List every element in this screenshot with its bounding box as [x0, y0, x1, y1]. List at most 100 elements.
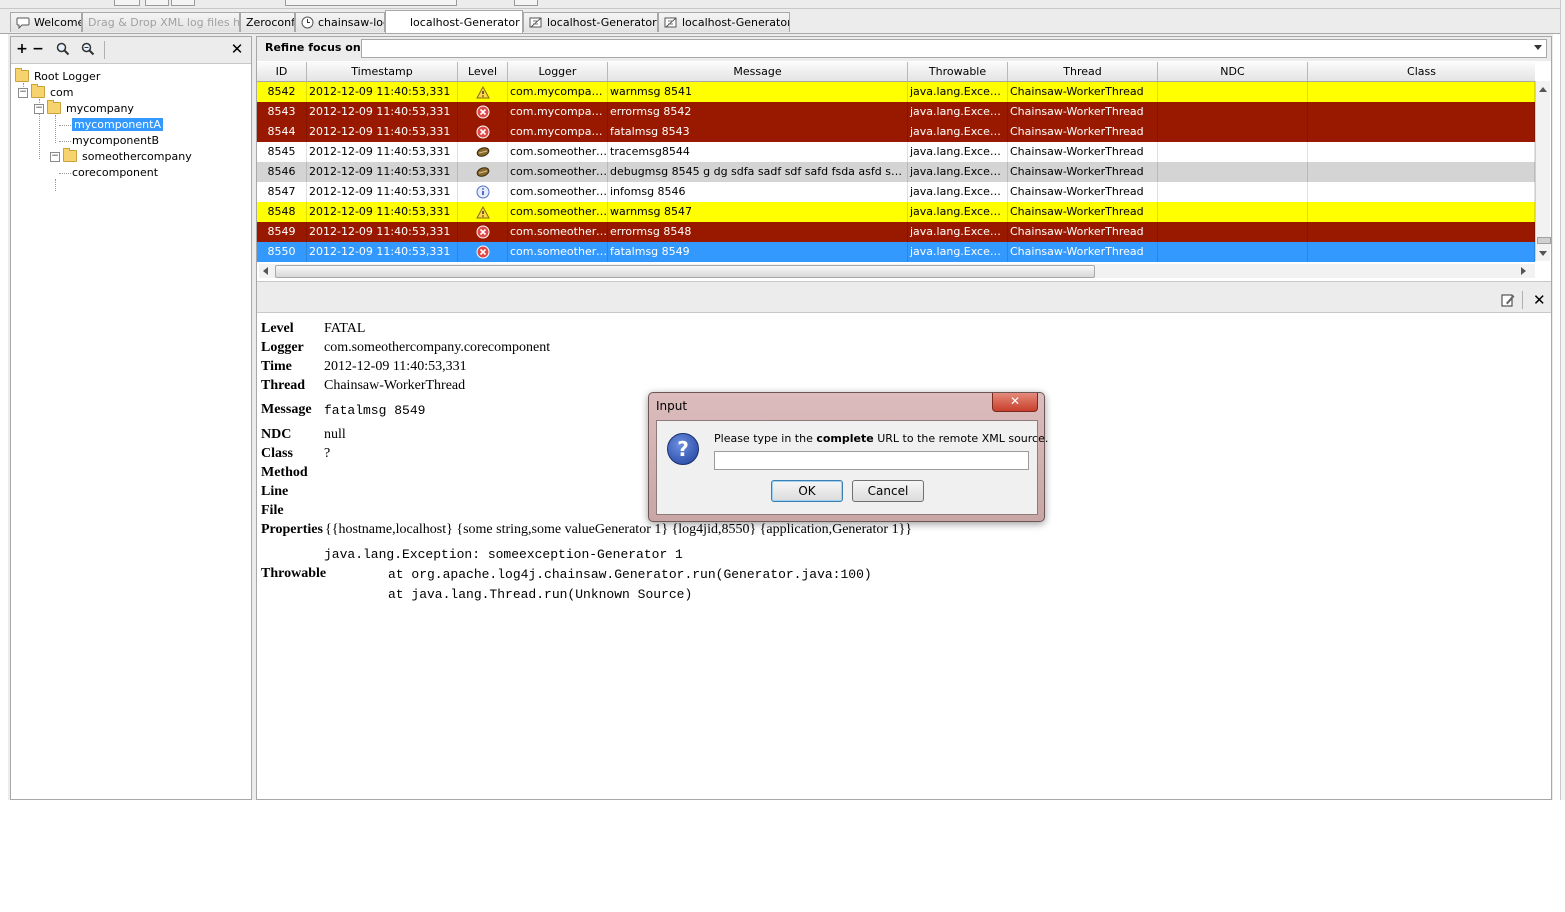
- cell-class: [1308, 182, 1535, 202]
- cancel-button[interactable]: Cancel: [852, 480, 924, 502]
- url-input[interactable]: [714, 451, 1029, 470]
- cell-level: [458, 82, 508, 102]
- column-header-level[interactable]: Level: [458, 62, 508, 81]
- tree-collapse-toggle[interactable]: −: [50, 152, 60, 162]
- tree-node-mycomponenta[interactable]: mycomponentA: [72, 116, 163, 132]
- detail-class-value: ?: [324, 446, 331, 461]
- tree-node-mycomponentb[interactable]: mycomponentB: [72, 132, 159, 148]
- pause-log-icon: [664, 17, 677, 28]
- close-icon[interactable]: ✕: [228, 40, 246, 58]
- cell-class: [1308, 142, 1535, 162]
- clock-icon: [301, 16, 314, 29]
- cell-id: 8542: [257, 82, 307, 102]
- refine-focus-combobox[interactable]: [361, 39, 1547, 58]
- cell-logger: com.someotherco...: [508, 162, 608, 182]
- tab-drag-drop[interactable]: Drag & Drop XML log files here: [82, 12, 240, 32]
- column-header-message[interactable]: Message: [608, 62, 908, 81]
- table-row[interactable]: 8548 2012-12-09 11:40:53,331 com.someother…: [257, 202, 1535, 222]
- column-header-class[interactable]: Class: [1308, 62, 1535, 81]
- table-row[interactable]: 8549 2012-12-09 11:40:53,331 com.someother…: [257, 222, 1535, 242]
- toolbar-button-fragment[interactable]: [145, 0, 169, 6]
- detail-level-value: FATAL: [324, 321, 366, 336]
- cell-thread: Chainsaw-WorkerThread: [1008, 202, 1158, 222]
- column-header-throwable[interactable]: Throwable: [908, 62, 1008, 81]
- cell-ndc: [1158, 222, 1308, 242]
- scroll-up-icon[interactable]: [1539, 87, 1547, 92]
- tree-node-mycompany[interactable]: mycompany: [47, 100, 134, 116]
- ignore-icon[interactable]: [79, 40, 97, 58]
- cell-ndc: [1158, 82, 1308, 102]
- tab-localhost-generator-3[interactable]: localhost-Generator 3: [658, 12, 790, 32]
- table-vertical-scrollbar[interactable]: [1535, 81, 1551, 261]
- detail-time-label: Time: [261, 359, 292, 374]
- tree-node-corecomponent[interactable]: corecomponent: [72, 164, 158, 180]
- tree-node-someothercompany[interactable]: someothercompany: [63, 148, 192, 164]
- tab-welcome[interactable]: Welcome: [10, 12, 82, 32]
- tree-collapse-toggle[interactable]: −: [34, 104, 44, 114]
- tree-node-label: com: [50, 85, 74, 99]
- cell-ndc: [1158, 142, 1308, 162]
- cell-level: [458, 222, 508, 242]
- tree-node-root-logger[interactable]: Root Logger: [15, 68, 100, 84]
- cell-throwable: java.lang.Excepti...: [908, 202, 1008, 222]
- column-header-logger[interactable]: Logger: [508, 62, 608, 81]
- cell-logger: com.someotherco...: [508, 182, 608, 202]
- scroll-down-icon[interactable]: [1539, 251, 1547, 256]
- toolbar-button-fragment[interactable]: [171, 0, 195, 6]
- table-row[interactable]: 8542 2012-12-09 11:40:53,331 com.mycompany…: [257, 82, 1535, 102]
- focus-icon[interactable]: [54, 40, 72, 58]
- table-horizontal-scrollbar[interactable]: [259, 264, 1535, 278]
- column-header-thread[interactable]: Thread: [1008, 62, 1158, 81]
- scroll-thumb[interactable]: [1537, 237, 1551, 244]
- table-row[interactable]: 8544 2012-12-09 11:40:53,331 com.mycompany…: [257, 122, 1535, 142]
- scroll-thumb[interactable]: [275, 265, 1095, 278]
- close-icon[interactable]: ✕: [1533, 291, 1546, 309]
- cell-thread: Chainsaw-WorkerThread: [1008, 142, 1158, 162]
- cell-timestamp: 2012-12-09 11:40:53,331: [307, 182, 458, 202]
- folder-icon: [63, 148, 77, 162]
- cell-id: 8543: [257, 102, 307, 122]
- column-header-timestamp[interactable]: Timestamp: [307, 62, 458, 81]
- toolbar-button-fragment[interactable]: [114, 0, 140, 6]
- collapse-icon[interactable]: −: [29, 40, 47, 58]
- event-table-body: 8542 2012-12-09 11:40:53,331 com.mycompany…: [257, 82, 1535, 264]
- cell-id: 8546: [257, 162, 307, 182]
- cell-message: warnmsg 8547: [608, 202, 908, 222]
- column-header-ndc[interactable]: NDC: [1158, 62, 1308, 81]
- folder-icon: [15, 68, 29, 82]
- toolbar-field-fragment[interactable]: [285, 0, 457, 6]
- tab-chainsaw-log[interactable]: chainsaw-log: [295, 12, 385, 32]
- tree-node-com[interactable]: com: [31, 84, 74, 100]
- table-row[interactable]: 8550 2012-12-09 11:40:53,331 com.someother…: [257, 242, 1535, 262]
- cell-thread: Chainsaw-WorkerThread: [1008, 102, 1158, 122]
- table-row[interactable]: 8546 2012-12-09 11:40:53,331 com.someother…: [257, 162, 1535, 182]
- tree-collapse-toggle[interactable]: −: [18, 88, 28, 98]
- dialog-close-button[interactable]: ✕: [992, 393, 1038, 412]
- detail-properties-value: {{hostname,localhost} {some string,some …: [325, 522, 913, 537]
- scroll-left-icon[interactable]: [263, 267, 268, 275]
- cell-id: 8550: [257, 242, 307, 262]
- chevron-down-icon[interactable]: [1534, 45, 1542, 50]
- scroll-right-icon[interactable]: [1521, 267, 1526, 275]
- cell-id: 8548: [257, 202, 307, 222]
- ok-button[interactable]: OK: [771, 480, 843, 502]
- table-row[interactable]: 8545 2012-12-09 11:40:53,331 com.someother…: [257, 142, 1535, 162]
- tab-label: localhost-Generator 3: [682, 16, 790, 29]
- cell-logger: com.mycompany....: [508, 82, 608, 102]
- tab-localhost-generator-2[interactable]: localhost-Generator 2: [523, 12, 658, 32]
- tab-zeroconf[interactable]: Zeroconf: [240, 12, 295, 32]
- cell-message: warnmsg 8541: [608, 82, 908, 102]
- table-row[interactable]: 8543 2012-12-09 11:40:53,331 com.mycompany…: [257, 102, 1535, 122]
- detail-message-label: Message: [261, 402, 312, 417]
- column-header-id[interactable]: ID: [257, 62, 307, 81]
- cell-thread: Chainsaw-WorkerThread: [1008, 122, 1158, 142]
- cell-class: [1308, 82, 1535, 102]
- table-row[interactable]: 8547 2012-12-09 11:40:53,331 com.someother…: [257, 182, 1535, 202]
- tab-localhost-generator-1[interactable]: localhost-Generator 1: [385, 10, 523, 33]
- toolbar-button-fragment[interactable]: [514, 0, 538, 6]
- cell-thread: Chainsaw-WorkerThread: [1008, 82, 1158, 102]
- error-icon: [476, 225, 490, 239]
- cell-ndc: [1158, 162, 1308, 182]
- cell-level: [458, 182, 508, 202]
- edit-icon[interactable]: [1501, 293, 1515, 307]
